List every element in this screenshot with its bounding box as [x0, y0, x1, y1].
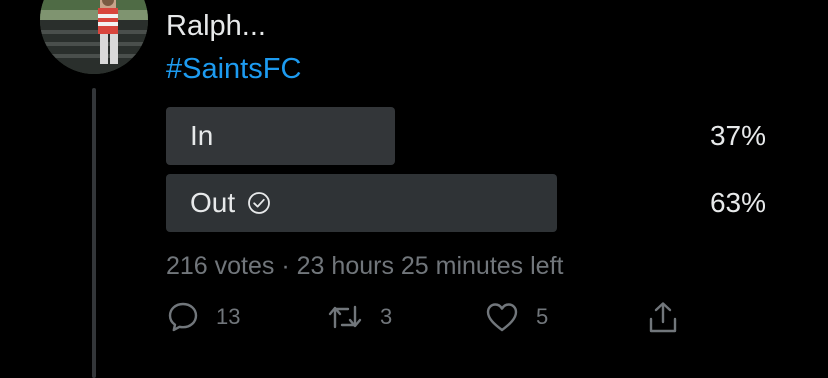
reply-count: 13 — [216, 304, 241, 329]
poll-option-text: Out — [190, 187, 236, 218]
like-count: 5 — [536, 304, 549, 329]
poll-meta: 216 votes · 23 hours 25 minutes left — [166, 252, 563, 281]
check-circle-icon — [247, 191, 271, 215]
retweet-icon — [326, 300, 364, 334]
heart-icon — [484, 300, 520, 334]
reply-icon — [166, 300, 200, 334]
reply-button[interactable]: 13 — [166, 300, 240, 334]
tweet-actions: 13 3 5 — [166, 300, 686, 340]
poll-separator: · — [281, 252, 290, 280]
poll-percent: 63% — [709, 187, 766, 218]
poll-option-out[interactable]: Out 63% — [166, 174, 766, 232]
hashtag-link[interactable]: #SaintsFC — [166, 53, 301, 86]
share-icon — [646, 300, 680, 336]
poll-percent: 37% — [709, 120, 766, 151]
retweet-button[interactable]: 3 — [326, 300, 392, 334]
share-button[interactable] — [646, 300, 680, 336]
poll-option-label: Out — [190, 187, 271, 219]
poll-option-text: In — [190, 120, 214, 151]
poll-votes: 216 votes — [166, 252, 275, 280]
poll-time-left: 23 hours 25 minutes left — [296, 252, 564, 280]
avatar[interactable] — [40, 0, 148, 74]
thread-line — [92, 88, 96, 378]
retweet-count: 3 — [380, 304, 393, 329]
poll-option-label: In — [190, 120, 213, 152]
profile-photo-avatar — [40, 0, 148, 74]
author-name[interactable]: Ralph... — [166, 10, 266, 43]
poll-option-in[interactable]: In 37% — [166, 107, 766, 165]
like-button[interactable]: 5 — [484, 300, 548, 334]
